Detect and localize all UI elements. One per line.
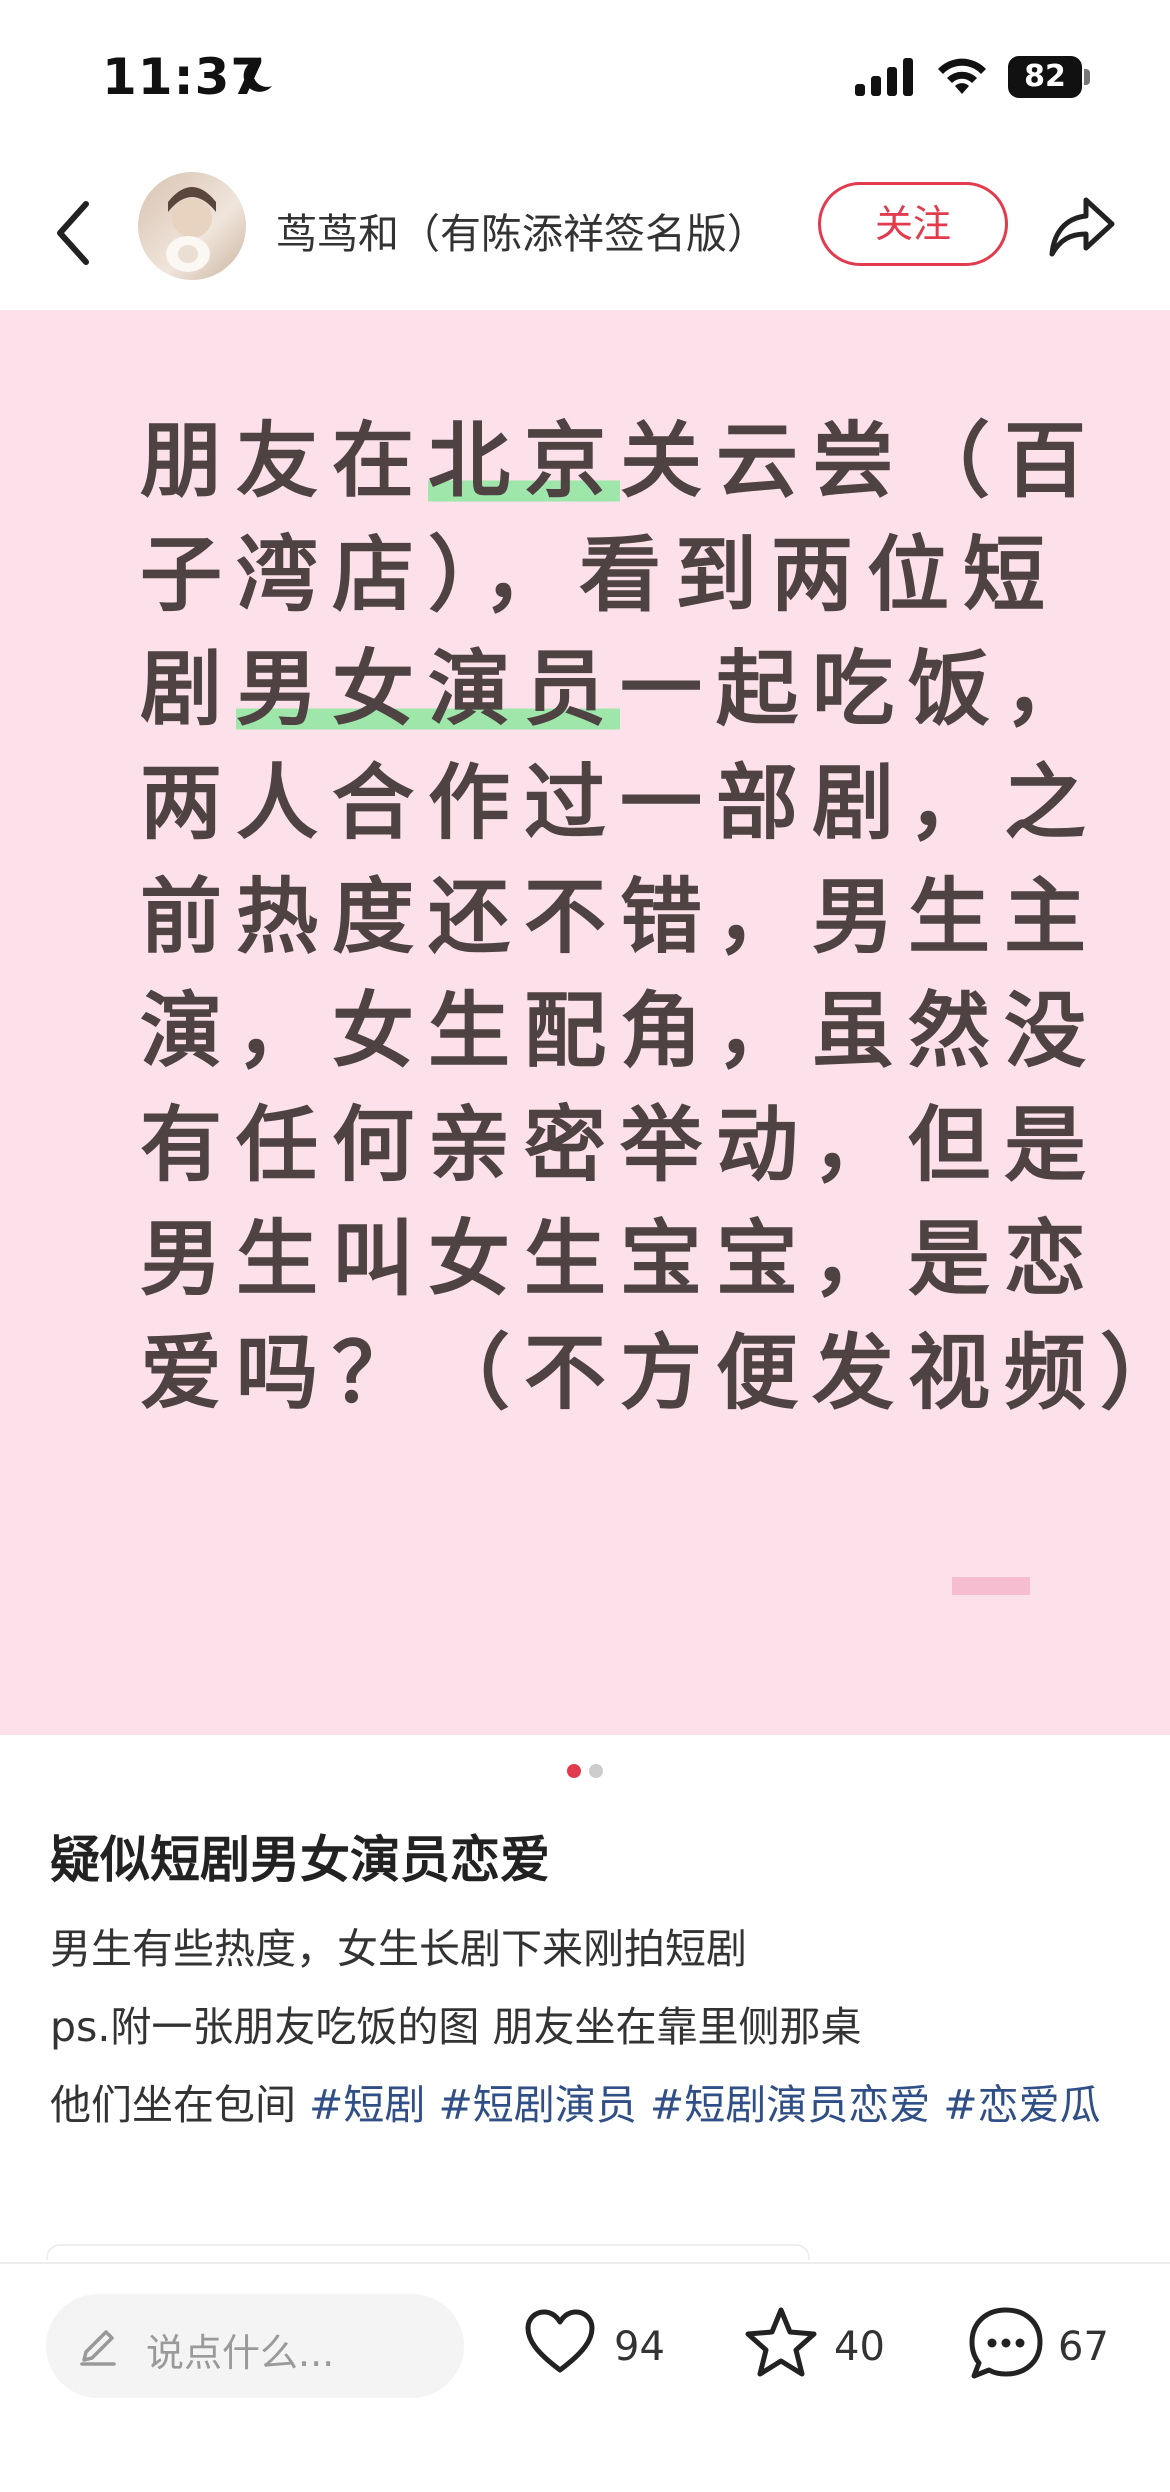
- description-text: 他们坐在包间: [50, 2081, 310, 2129]
- signal-icon: [855, 58, 913, 96]
- image-text-segment: 一起吃饭，: [620, 642, 1101, 737]
- comment-icon: [969, 2307, 1043, 2379]
- image-text-segment: 演，女生配角，虽然没: [140, 984, 1101, 1079]
- image-text-line: 男生叫女生宝宝，是恋: [140, 1203, 1086, 1317]
- image-text-line: 有任何亲密举动，但是: [140, 1089, 1086, 1203]
- image-text-segment: 关云尝（百: [620, 414, 1101, 509]
- post-title: 疑似短剧男女演员恋爱: [50, 1831, 550, 1889]
- highlighted-text: 北京: [428, 414, 621, 509]
- image-text-segment: 剧: [140, 642, 237, 737]
- description-line: ps.附一张朋友吃饭的图 朋友坐在靠里侧那桌: [50, 2003, 862, 2051]
- like-count: 94: [614, 2324, 665, 2370]
- image-text-line: 演，女生配角，虽然没: [140, 975, 1086, 1089]
- highlighted-text: 男女演员: [236, 642, 621, 737]
- related-card-edge: [46, 2244, 810, 2260]
- image-text-segment: 两人合作过一部剧，之: [140, 756, 1101, 851]
- battery-level: 82: [1008, 56, 1082, 98]
- carousel-indicator: [0, 1763, 1170, 1779]
- collect-count: 40: [834, 2324, 885, 2370]
- follow-button[interactable]: 关注: [818, 182, 1008, 266]
- image-text-segment: 前热度还不错，男生主: [140, 870, 1101, 965]
- hashtag-link[interactable]: #短剧: [309, 2081, 425, 2129]
- share-icon[interactable]: [1044, 190, 1120, 266]
- post-header: 茑茑和（有陈添祥签名版） 关注: [0, 160, 1170, 310]
- image-text-segment: 子湾店），看到两位短: [140, 528, 1060, 623]
- avatar-image: [166, 187, 216, 272]
- hashtag-list: #短剧 #短剧演员 #短剧演员恋爱 #恋爱瓜: [309, 2081, 1101, 2129]
- image-watermark-bar: [952, 1577, 1030, 1595]
- collect-button[interactable]: 40: [742, 2304, 892, 2388]
- image-text: 朋友在北京关云尝（百 子湾店），看到两位短 剧男女演员一起吃饭， 两人合作过一部剧，之…: [140, 405, 1170, 1431]
- comment-button[interactable]: 67: [966, 2304, 1126, 2388]
- post-image[interactable]: 朋友在北京关云尝（百 子湾店），看到两位短 剧男女演员一起吃饭， 两人合作过一部剧，之…: [0, 310, 1170, 1735]
- description-line: 男生有些热度，女生长剧下来刚拍短剧: [50, 1925, 747, 1973]
- moon-icon: [243, 59, 272, 92]
- carousel-dot-active: [567, 1764, 581, 1778]
- image-text-line: 前热度还不错，男生主: [140, 861, 1086, 975]
- image-text-segment: 爱吗？（不方便发视频）: [140, 1326, 1170, 1421]
- heart-icon: [525, 2309, 595, 2373]
- star-icon: [745, 2307, 817, 2377]
- image-text-segment: 男生叫女生宝宝，是恋: [140, 1212, 1101, 1307]
- image-text-line: 剧男女演员一起吃饭，: [140, 633, 1086, 747]
- status-bar: 11:37 82: [0, 0, 1170, 150]
- hashtag-link[interactable]: #恋爱瓜: [943, 2081, 1100, 2129]
- hashtag-link[interactable]: #短剧演员恋爱: [650, 2081, 930, 2129]
- author-name[interactable]: 茑茑和（有陈添祥签名版）: [276, 200, 768, 260]
- hashtag-link[interactable]: #短剧演员: [438, 2081, 636, 2129]
- image-text-line: 朋友在北京关云尝（百: [140, 405, 1086, 519]
- comment-placeholder: 说点什么...: [146, 2331, 335, 2375]
- author-avatar[interactable]: [138, 172, 246, 280]
- image-text-segment: 有任何亲密举动，但是: [140, 1098, 1101, 1193]
- image-text-line: 爱吗？（不方便发视频）: [140, 1317, 1170, 1431]
- comment-input[interactable]: 说点什么...: [46, 2294, 464, 2398]
- description-line-with-tags: 他们坐在包间 #短剧 #短剧演员 #短剧演员恋爱 #恋爱瓜: [50, 2066, 1120, 2144]
- pencil-icon: [80, 2330, 116, 2366]
- like-button[interactable]: 94: [522, 2304, 672, 2388]
- image-text-segment: 朋友在: [140, 414, 429, 509]
- wifi-icon: [938, 58, 986, 94]
- carousel-dot: [589, 1764, 603, 1778]
- image-text-line: 两人合作过一部剧，之: [140, 747, 1086, 861]
- comment-count: 67: [1058, 2324, 1109, 2370]
- back-arrow-icon[interactable]: [48, 198, 98, 268]
- image-text-line: 子湾店），看到两位短: [140, 519, 1045, 633]
- battery-tip: [1084, 69, 1090, 85]
- battery-indicator: 82: [1008, 56, 1090, 98]
- post-description: 男生有些热度，女生长剧下来刚拍短剧 ps.附一张朋友吃饭的图 朋友坐在靠里侧那桌…: [50, 1910, 1120, 2144]
- bottom-action-bar: 说点什么... 94 40 67: [0, 2262, 1170, 2492]
